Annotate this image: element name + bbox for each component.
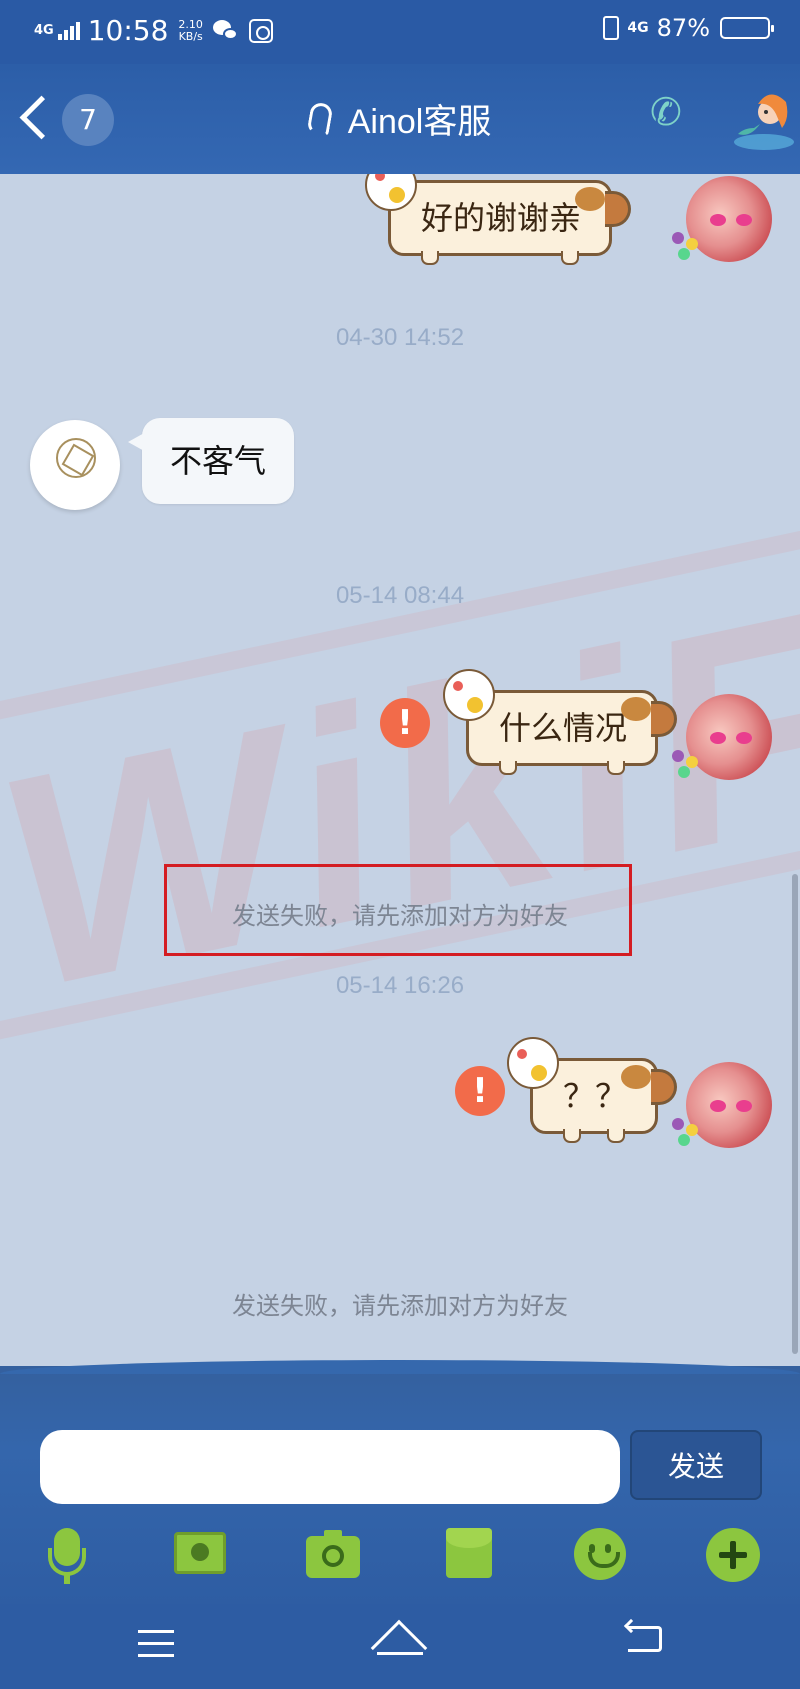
ear-icon bbox=[306, 100, 334, 137]
outgoing-sticker-bubble[interactable]: 好的谢谢亲 bbox=[364, 174, 631, 265]
network-type: 4G bbox=[34, 22, 54, 38]
message-timestamp: 05-14 16:26 bbox=[335, 972, 465, 999]
my-avatar[interactable] bbox=[672, 174, 776, 268]
scrollbar[interactable] bbox=[792, 874, 798, 1354]
back-icon[interactable] bbox=[622, 1618, 672, 1664]
incoming-message-bubble[interactable]: 不客气 bbox=[127, 418, 295, 504]
battery-percent: 87% bbox=[656, 14, 710, 42]
menu-icon[interactable] bbox=[134, 1624, 184, 1664]
signal-icon bbox=[57, 21, 82, 40]
mermaid-mascot-icon[interactable] bbox=[730, 84, 798, 154]
input-panel: 发送 bbox=[0, 1360, 800, 1604]
vibrate-icon bbox=[603, 16, 620, 40]
chat-title: Ainol客服 bbox=[347, 103, 492, 141]
battery-icon bbox=[720, 17, 774, 39]
message-timestamp: 04-30 14:52 bbox=[335, 324, 465, 351]
system-message: 发送失败，请先添加对方为好友 bbox=[232, 1292, 568, 1320]
outgoing-sticker-bubble[interactable]: 什么情况 bbox=[442, 669, 677, 775]
message-text: 好的谢谢亲 bbox=[420, 199, 581, 237]
outgoing-sticker-bubble[interactable]: ？？ bbox=[506, 1037, 677, 1143]
red-packet-icon[interactable] bbox=[444, 1528, 498, 1582]
plus-icon[interactable] bbox=[706, 1528, 760, 1582]
system-nav-bar bbox=[0, 1604, 800, 1689]
network-speed: 2.10 KB/s bbox=[178, 18, 203, 43]
message-input[interactable] bbox=[40, 1430, 620, 1504]
picture-icon[interactable] bbox=[174, 1528, 228, 1582]
contact-avatar[interactable] bbox=[30, 420, 120, 510]
network-speed-unit: KB/s bbox=[178, 29, 203, 43]
my-avatar[interactable] bbox=[672, 686, 776, 786]
send-failed-icon[interactable]: ! bbox=[380, 698, 430, 748]
cat-sticker-icon bbox=[364, 174, 417, 211]
send-button[interactable]: 发送 bbox=[630, 1430, 762, 1500]
app-notification-icon bbox=[248, 18, 273, 43]
chat-header: 7 Ainol客服 ✆ bbox=[0, 64, 800, 174]
home-icon[interactable] bbox=[370, 1619, 428, 1677]
send-failed-icon[interactable]: ! bbox=[455, 1066, 505, 1116]
phone-icon[interactable]: ✆ bbox=[650, 92, 690, 132]
microphone-icon[interactable] bbox=[40, 1528, 94, 1584]
message-text: 什么情况 bbox=[498, 709, 627, 747]
camera-icon[interactable] bbox=[306, 1528, 360, 1582]
message-text: 不客气 bbox=[170, 442, 267, 480]
cat-sticker-icon bbox=[442, 669, 495, 721]
company-logo-icon bbox=[56, 438, 96, 478]
status-time: 10:58 bbox=[87, 14, 169, 47]
message-text: ？？ bbox=[562, 1077, 627, 1115]
cat-sticker-icon bbox=[506, 1037, 559, 1089]
my-avatar[interactable] bbox=[672, 1054, 776, 1154]
wechat-icon bbox=[212, 19, 239, 42]
emoji-icon[interactable] bbox=[574, 1528, 628, 1582]
network-type-right: 4G bbox=[627, 20, 649, 36]
status-bar: 4G 10:58 2.10 KB/s 4G 87% bbox=[0, 0, 800, 64]
message-timestamp: 05-14 08:44 bbox=[335, 582, 465, 609]
system-message: 发送失败，请先添加对方为好友 bbox=[232, 902, 568, 930]
chat-message-list[interactable]: WikiFX 好的谢谢亲 04-30 14:52 不客气 05-14 08:44… bbox=[0, 174, 800, 1366]
